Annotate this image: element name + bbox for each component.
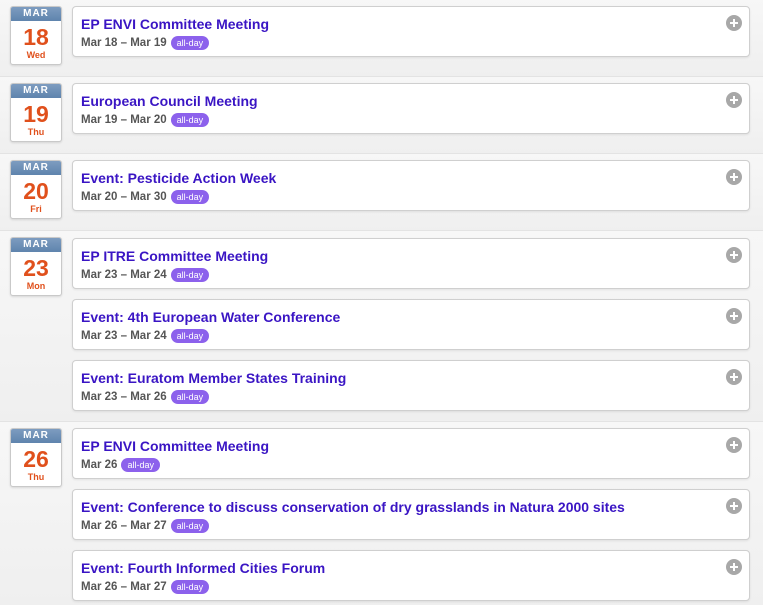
- date-badge: MAR 18 Wed: [10, 6, 62, 65]
- event-meta: Mar 26 – Mar 27 all-day: [81, 519, 210, 533]
- event-card[interactable]: Event: Fourth Informed Cities Forum Mar …: [72, 550, 750, 601]
- plus-circle-icon[interactable]: [726, 369, 742, 385]
- date-badge-month: MAR: [11, 161, 61, 175]
- all-day-badge: all-day: [170, 190, 210, 204]
- date-badge-day: 23: [23, 255, 49, 281]
- event-meta: Mar 26 – Mar 27 all-day: [81, 580, 210, 594]
- day-group-26: MAR 26 Thu EP ENVI Committee Meeting Mar…: [0, 421, 763, 605]
- day-group-23: MAR 23 Mon EP ITRE Committee Meeting Mar…: [0, 230, 763, 422]
- date-badge: MAR 23 Mon: [10, 237, 62, 296]
- plus-circle-icon[interactable]: [726, 169, 742, 185]
- date-badge-weekday: Wed: [26, 50, 46, 60]
- event-card[interactable]: Event: Conference to discuss conservatio…: [72, 489, 750, 540]
- all-day-badge: all-day: [170, 519, 210, 533]
- date-badge-weekday: Thu: [27, 127, 45, 137]
- plus-circle-icon[interactable]: [726, 15, 742, 31]
- day-group-19: MAR 19 Thu European Council Meeting Mar …: [0, 76, 763, 154]
- event-title[interactable]: Event: Fourth Informed Cities Forum: [81, 560, 325, 576]
- date-badge: MAR 20 Fri: [10, 160, 62, 219]
- event-dates: Mar 26 – Mar 27: [81, 581, 167, 593]
- date-badge-month: MAR: [11, 7, 61, 21]
- all-day-badge: all-day: [170, 268, 210, 282]
- date-badge-weekday: Thu: [27, 472, 45, 482]
- all-day-badge: all-day: [170, 329, 210, 343]
- date-badge-month: MAR: [11, 84, 61, 98]
- all-day-badge: all-day: [170, 36, 210, 50]
- plus-circle-icon[interactable]: [726, 308, 742, 324]
- event-meta: Mar 20 – Mar 30 all-day: [81, 190, 210, 204]
- event-dates: Mar 20 – Mar 30: [81, 191, 167, 203]
- date-badge: MAR 26 Thu: [10, 428, 62, 487]
- plus-circle-icon[interactable]: [726, 437, 742, 453]
- event-title[interactable]: Event: Euratom Member States Training: [81, 370, 346, 386]
- date-badge-month: MAR: [11, 429, 61, 443]
- event-title[interactable]: EP ENVI Committee Meeting: [81, 438, 269, 454]
- event-card[interactable]: European Council Meeting Mar 19 – Mar 20…: [72, 83, 750, 134]
- event-meta: Mar 23 – Mar 24 all-day: [81, 329, 210, 343]
- date-badge-weekday: Fri: [30, 204, 42, 214]
- plus-circle-icon[interactable]: [726, 247, 742, 263]
- date-badge-day: 26: [23, 446, 49, 472]
- event-title[interactable]: Event: 4th European Water Conference: [81, 309, 340, 325]
- day-group-18: MAR 18 Wed EP ENVI Committee Meeting Mar…: [0, 0, 763, 76]
- date-badge-day: 19: [23, 101, 49, 127]
- event-title[interactable]: Event: Conference to discuss conservatio…: [81, 499, 625, 515]
- agenda-list: MAR 18 Wed EP ENVI Committee Meeting Mar…: [0, 0, 763, 605]
- event-dates: Mar 23 – Mar 24: [81, 330, 167, 342]
- date-badge-day: 18: [23, 24, 49, 50]
- day-group-20: MAR 20 Fri Event: Pesticide Action Week …: [0, 153, 763, 231]
- event-dates: Mar 26: [81, 459, 118, 471]
- event-dates: Mar 19 – Mar 20: [81, 114, 167, 126]
- date-badge-day: 20: [23, 178, 49, 204]
- event-dates: Mar 23 – Mar 26: [81, 391, 167, 403]
- all-day-badge: all-day: [170, 580, 210, 594]
- event-card[interactable]: Event: Euratom Member States Training Ma…: [72, 360, 750, 411]
- event-card[interactable]: EP ENVI Committee Meeting Mar 18 – Mar 1…: [72, 6, 750, 57]
- event-meta: Mar 26 all-day: [81, 458, 160, 472]
- event-meta: Mar 23 – Mar 24 all-day: [81, 268, 210, 282]
- event-card[interactable]: EP ITRE Committee Meeting Mar 23 – Mar 2…: [72, 238, 750, 289]
- event-meta: Mar 18 – Mar 19 all-day: [81, 36, 210, 50]
- event-title[interactable]: European Council Meeting: [81, 93, 258, 109]
- plus-circle-icon[interactable]: [726, 92, 742, 108]
- event-meta: Mar 23 – Mar 26 all-day: [81, 390, 210, 404]
- plus-circle-icon[interactable]: [726, 559, 742, 575]
- all-day-badge: all-day: [121, 458, 160, 472]
- event-title[interactable]: Event: Pesticide Action Week: [81, 170, 276, 186]
- event-meta: Mar 19 – Mar 20 all-day: [81, 113, 210, 127]
- date-badge-month: MAR: [11, 238, 61, 252]
- date-badge: MAR 19 Thu: [10, 83, 62, 142]
- event-title[interactable]: EP ENVI Committee Meeting: [81, 16, 269, 32]
- event-card[interactable]: EP ENVI Committee Meeting Mar 26 all-day: [72, 428, 750, 479]
- event-card[interactable]: Event: Pesticide Action Week Mar 20 – Ma…: [72, 160, 750, 211]
- event-dates: Mar 18 – Mar 19: [81, 37, 167, 49]
- all-day-badge: all-day: [170, 390, 210, 404]
- all-day-badge: all-day: [170, 113, 210, 127]
- plus-circle-icon[interactable]: [726, 498, 742, 514]
- event-dates: Mar 23 – Mar 24: [81, 269, 167, 281]
- date-badge-weekday: Mon: [26, 281, 46, 291]
- event-dates: Mar 26 – Mar 27: [81, 520, 167, 532]
- event-card[interactable]: Event: 4th European Water Conference Mar…: [72, 299, 750, 350]
- event-title[interactable]: EP ITRE Committee Meeting: [81, 248, 268, 264]
